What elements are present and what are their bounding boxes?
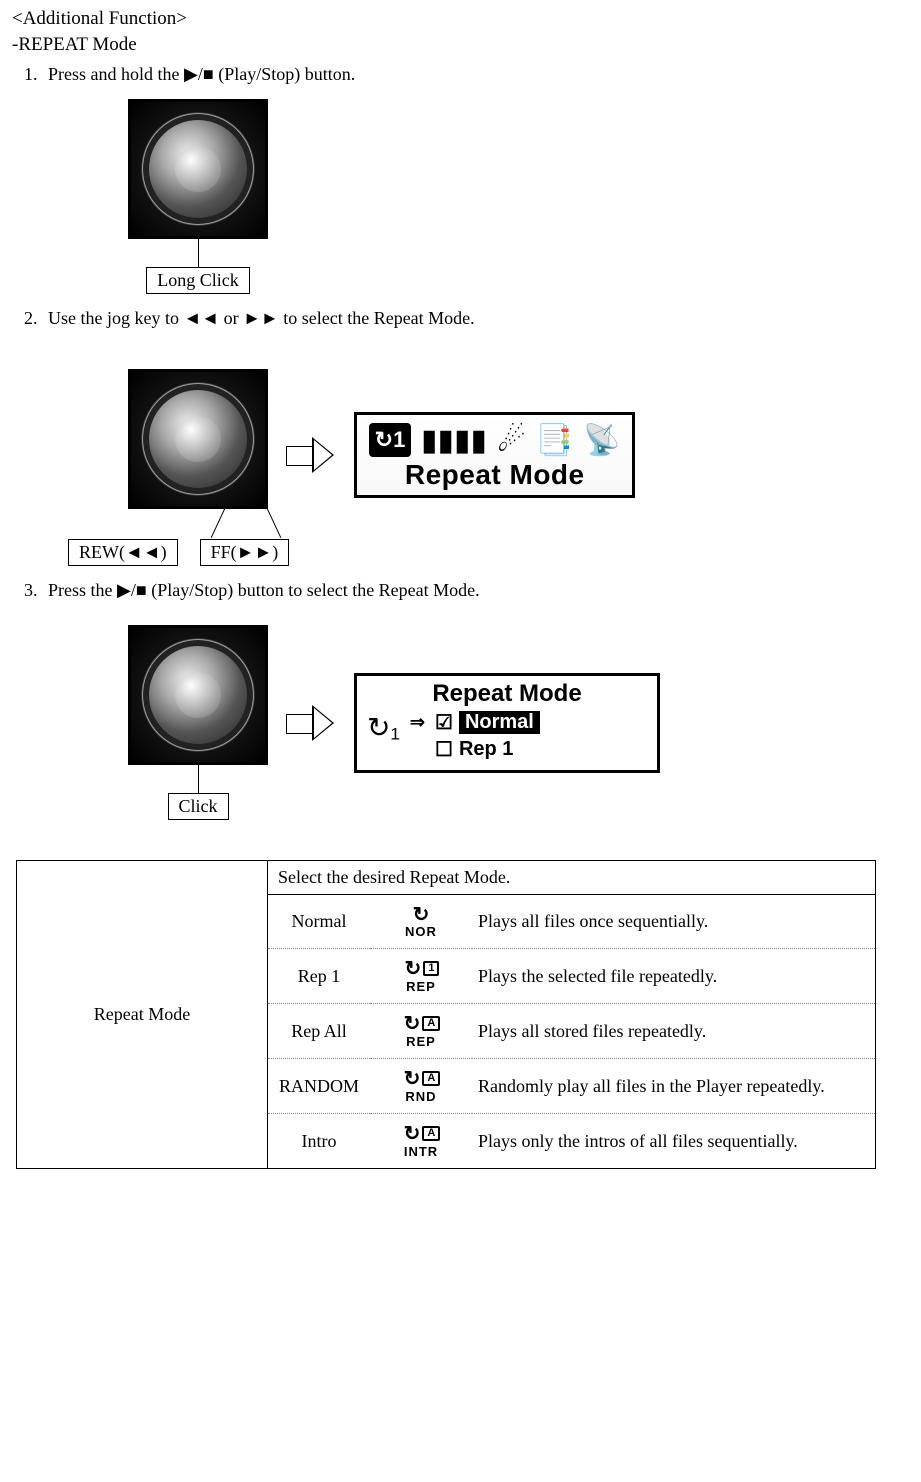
lcd-label-repeat-mode: Repeat Mode bbox=[365, 459, 624, 493]
mode-icon-cell: ↻ARND bbox=[370, 1059, 472, 1114]
table-row: Intro ↻AINTR Plays only the intros of all … bbox=[268, 1114, 875, 1169]
lcd-screen-options: Repeat Mode ↻₁ ☑ Normal ☐ bbox=[354, 673, 660, 773]
satellite-icon: 📡 bbox=[583, 423, 620, 458]
checkbox-checked-icon: ☑ bbox=[435, 710, 453, 735]
repeat-mode-table: Repeat Mode Select the desired Repeat Mo… bbox=[16, 860, 876, 1169]
steps-list: Press and hold the ▶/■ (Play/Stop) butto… bbox=[12, 64, 909, 820]
table-row: Rep All ↻AREP Plays all stored files repea… bbox=[268, 1004, 875, 1059]
repeat-one-icon-2: ↻₁ bbox=[367, 714, 400, 742]
mode-name-cell: RANDOM bbox=[268, 1059, 370, 1114]
mode-description: Plays all stored files repeatedly. bbox=[472, 1004, 875, 1059]
step-1-text: Press and hold the ▶/■ (Play/Stop) butto… bbox=[48, 64, 355, 84]
callout-long-click: Long Click bbox=[146, 267, 250, 294]
book-icon: 📑 bbox=[536, 423, 573, 458]
table-header: Select the desired Repeat Mode. bbox=[268, 861, 876, 895]
heading-additional-function: <Additional Function> bbox=[12, 8, 909, 30]
mode-description: Plays the selected file repeatedly. bbox=[472, 949, 875, 1004]
mode-name-cell: Rep 1 bbox=[268, 949, 370, 1004]
mode-icon-cell: ↻AREP bbox=[370, 1004, 472, 1059]
table-rowhead: Repeat Mode bbox=[17, 861, 268, 1169]
lcd2-title: Repeat Mode bbox=[367, 680, 647, 708]
pointer-icon bbox=[410, 711, 429, 734]
step-2-text: Use the jog key to ◄◄ or ►► to select th… bbox=[48, 308, 475, 328]
repeat-mode-icon: ↻AINTR bbox=[404, 1124, 439, 1158]
repeat-one-icon: ↻1 bbox=[369, 423, 411, 457]
mode-name-cell: Rep All bbox=[268, 1004, 370, 1059]
step-2: Use the jog key to ◄◄ or ►► to select th… bbox=[42, 308, 909, 566]
repeat-mode-icon: ↻1REP bbox=[405, 959, 438, 993]
lcd2-opt-normal: Normal bbox=[459, 711, 540, 734]
mode-name-cell: Normal bbox=[268, 895, 370, 949]
mode-description: Plays all files once sequentially. bbox=[472, 895, 875, 949]
jog-dial-illustration bbox=[128, 99, 268, 239]
modes-inner-table: Normal ↻NOR Plays all files once sequentia… bbox=[268, 895, 875, 1168]
step-1: Press and hold the ▶/■ (Play/Stop) butto… bbox=[42, 64, 909, 294]
mode-description: Plays only the intros of all files seque… bbox=[472, 1114, 875, 1169]
table-row: Rep 1 ↻1REP Plays the selected file repeat… bbox=[268, 949, 875, 1004]
repeat-mode-icon: ↻NOR bbox=[405, 905, 437, 938]
equalizer-icon: ▮▮▮▮ bbox=[421, 423, 487, 458]
lcd2-opt-rep1: Rep 1 bbox=[459, 738, 513, 761]
lcd2-option-other: ☐ Rep 1 bbox=[410, 737, 540, 762]
callout-line bbox=[198, 237, 199, 267]
step-3: Press the ▶/■ (Play/Stop) button to sele… bbox=[42, 580, 909, 820]
mode-icon-cell: ↻NOR bbox=[370, 895, 472, 949]
arrow-right-icon-2 bbox=[286, 706, 336, 740]
step-3-text: Press the ▶/■ (Play/Stop) button to sele… bbox=[48, 580, 480, 600]
mode-icon-cell: ↻1REP bbox=[370, 949, 472, 1004]
callout-rew: REW(◄◄) bbox=[68, 539, 178, 566]
mode-description: Randomly play all files in the Player re… bbox=[472, 1059, 875, 1114]
radio-icon: ☄ bbox=[497, 421, 526, 459]
table-row: RANDOM ↻ARND Randomly play all files in th… bbox=[268, 1059, 875, 1114]
step-1-figure: Long Click bbox=[128, 99, 909, 294]
heading-repeat-mode: -REPEAT Mode bbox=[12, 34, 909, 56]
repeat-mode-icon: ↻AREP bbox=[404, 1014, 439, 1048]
step-3-figure: Click Repeat Mode ↻₁ ☑ Normal bbox=[128, 625, 909, 820]
callout-ff: FF(►►) bbox=[200, 539, 290, 566]
arrow-right-icon bbox=[286, 438, 336, 472]
callout-click: Click bbox=[168, 793, 229, 820]
lcd-screen-modes: ↻1 ▮▮▮▮ ☄ 📑 📡 Repeat Mode bbox=[354, 412, 635, 498]
checkbox-empty-icon: ☐ bbox=[435, 737, 453, 762]
jog-dial-illustration-2 bbox=[128, 369, 268, 509]
lcd2-option-selected: ☑ Normal bbox=[410, 710, 540, 735]
mode-name-cell: Intro bbox=[268, 1114, 370, 1169]
table-row: Normal ↻NOR Plays all files once sequentia… bbox=[268, 895, 875, 949]
mode-icon-cell: ↻AINTR bbox=[370, 1114, 472, 1169]
jog-dial-illustration-3 bbox=[128, 625, 268, 765]
step-2-figure: ↻1 ▮▮▮▮ ☄ 📑 📡 Repeat Mode REW(◄◄) FF(►►) bbox=[128, 369, 909, 566]
repeat-mode-icon: ↻ARND bbox=[404, 1069, 439, 1103]
